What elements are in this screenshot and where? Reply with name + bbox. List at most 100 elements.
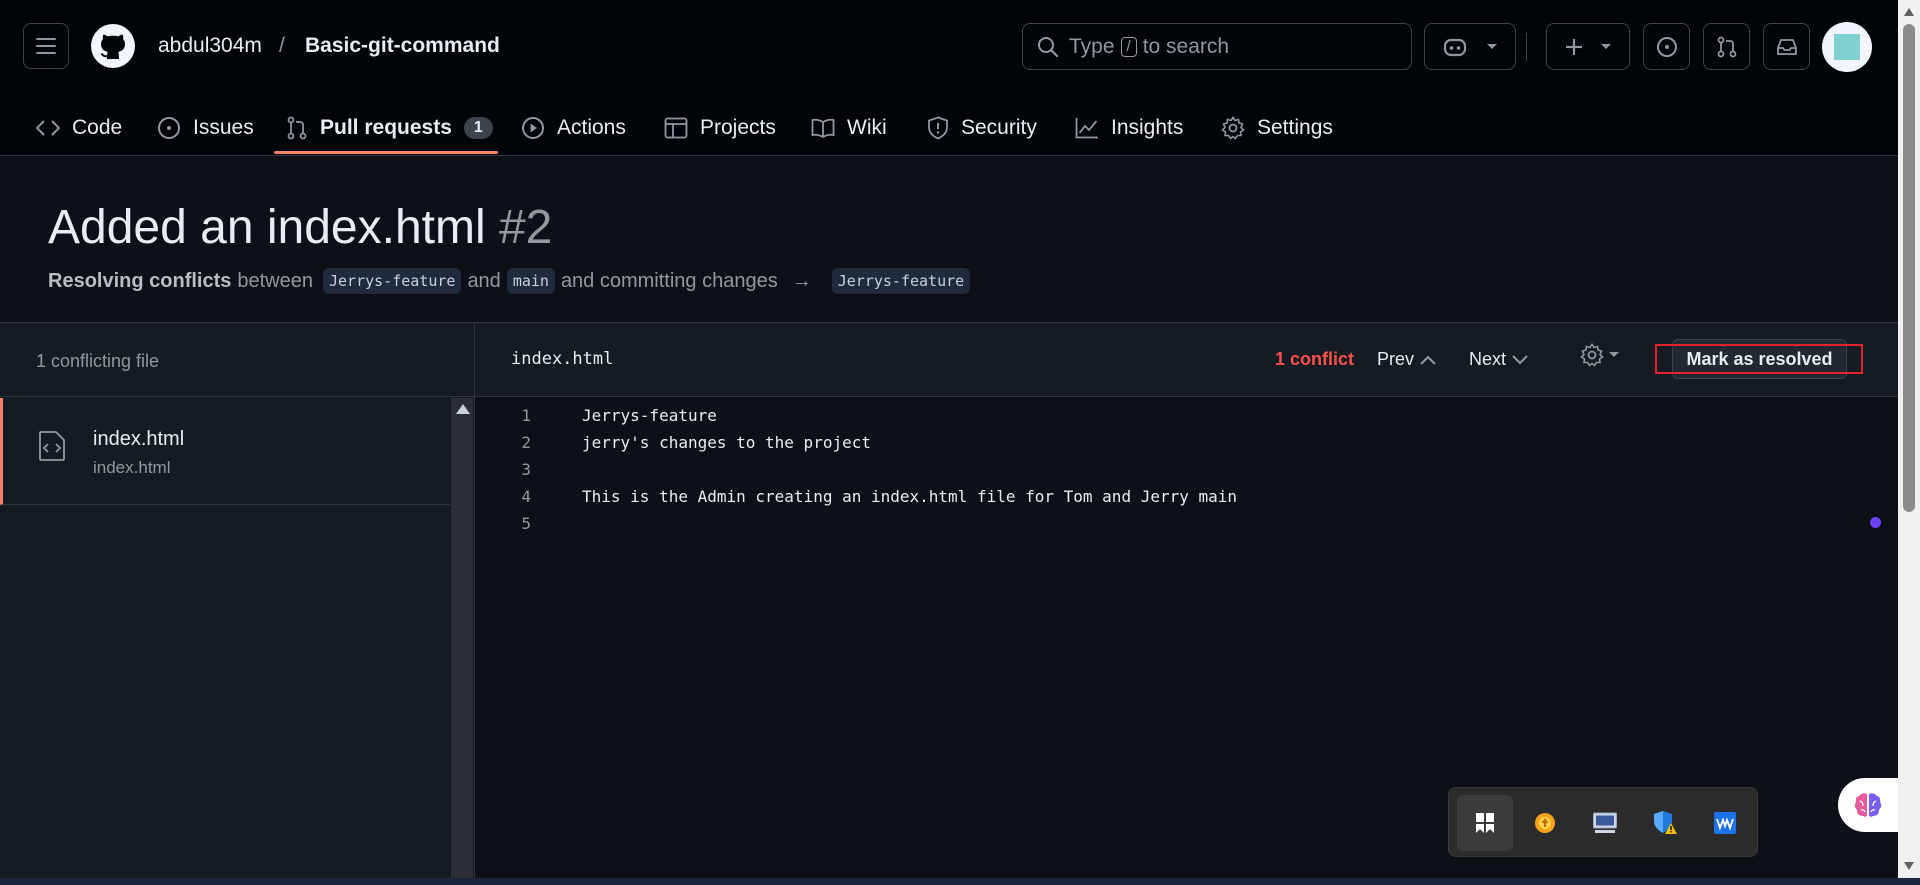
mark-as-resolved-label: Mark as resolved xyxy=(1686,348,1833,369)
file-list-item[interactable]: index.html index.html xyxy=(0,398,450,505)
shield-icon xyxy=(928,116,948,139)
target-branch-label: Jerrys-feature xyxy=(831,268,971,294)
head-branch-label: Jerrys-feature xyxy=(323,268,462,294)
menu-button[interactable] xyxy=(23,23,69,69)
taskbar-edge xyxy=(0,878,1920,885)
tray-app-3[interactable] xyxy=(1577,795,1633,851)
committing-text: and committing changes xyxy=(560,269,778,292)
tab-actions[interactable]: Actions xyxy=(521,100,626,155)
assistant-widget-button[interactable] xyxy=(1838,778,1898,832)
between-text: between xyxy=(237,269,313,292)
tray-app-5[interactable] xyxy=(1697,795,1753,851)
github-logo-icon[interactable] xyxy=(90,23,136,69)
page-title: Added an index.html #2 xyxy=(48,200,552,255)
system-tray-overflow xyxy=(1448,787,1758,857)
mark-as-resolved-button[interactable]: Mark as resolved xyxy=(1672,339,1847,379)
copilot-button[interactable] xyxy=(1424,23,1516,70)
pr-subtitle: Resolving conflicts between Jerrys-featu… xyxy=(48,268,976,294)
editor-file-name: index.html xyxy=(511,349,614,369)
editor-settings-button[interactable] xyxy=(1580,343,1620,367)
line-text: Jerrys-feature xyxy=(582,406,717,425)
line-number: 5 xyxy=(521,514,531,533)
search-prefix: Type xyxy=(1069,34,1115,58)
next-conflict-button[interactable]: Next xyxy=(1469,349,1528,370)
file-path: index.html xyxy=(93,458,171,477)
inbox-button[interactable] xyxy=(1763,23,1810,70)
table-icon xyxy=(664,117,688,138)
conflict-file-sidebar: 1 conflicting file index.html index.html xyxy=(0,322,475,878)
and-text: and xyxy=(467,269,501,292)
active-tab-indicator xyxy=(274,151,498,154)
code-icon xyxy=(36,119,60,136)
scroll-up-arrow-icon[interactable] xyxy=(456,404,470,414)
sidebar-scrollbar[interactable] xyxy=(451,398,473,878)
issues-button[interactable] xyxy=(1643,23,1690,70)
editor-toolbar: index.html 1 conflict Prev Next Mark as … xyxy=(475,322,1898,397)
repo-owner-link[interactable]: abdul304m xyxy=(158,34,262,58)
tab-settings[interactable]: Settings xyxy=(1221,100,1333,155)
sidebar-header: 1 conflicting file xyxy=(0,322,474,397)
base-branch-label: main xyxy=(506,268,555,294)
bookmark-app-icon xyxy=(1476,813,1494,833)
tab-label: Security xyxy=(961,115,1037,139)
page-scrollbar[interactable] xyxy=(1898,0,1920,878)
code-line: 2 jerry's changes to the project xyxy=(475,429,1875,456)
search-shortcut-key: / xyxy=(1120,36,1137,57)
pull-request-icon xyxy=(287,116,307,139)
tab-label: Insights xyxy=(1111,115,1184,139)
inbox-icon xyxy=(1776,38,1797,55)
issue-icon xyxy=(1656,36,1677,57)
play-icon xyxy=(522,116,544,139)
chevron-down-icon xyxy=(1487,43,1497,49)
header-top-row: abdul304m / Basic-git-command Type / to … xyxy=(0,0,1898,96)
conflict-count: 1 conflict xyxy=(1275,349,1355,369)
chevron-down-icon xyxy=(1609,352,1619,357)
scroll-down-arrow-icon[interactable] xyxy=(1904,862,1914,870)
create-new-button[interactable] xyxy=(1546,23,1630,70)
scroll-up-arrow-icon[interactable] xyxy=(1904,8,1914,16)
brain-icon xyxy=(1854,793,1882,817)
next-label: Next xyxy=(1469,349,1507,369)
code-line: 1 Jerrys-feature xyxy=(475,402,1875,429)
scrollbar-thumb[interactable] xyxy=(1903,24,1915,512)
conflicting-file-count: 1 conflicting file xyxy=(36,351,160,371)
line-text: jerry's changes to the project xyxy=(582,433,871,452)
tab-issues[interactable]: Issues xyxy=(157,100,254,155)
tab-pull-requests[interactable]: Pull requests 1 xyxy=(286,100,493,155)
avatar[interactable] xyxy=(1822,22,1872,72)
avatar-image xyxy=(1834,34,1860,60)
search-suffix: to search xyxy=(1142,34,1230,58)
gear-icon xyxy=(1580,343,1604,367)
copilot-icon xyxy=(1443,38,1467,56)
line-text: This is the Admin creating an index.html… xyxy=(582,487,1238,506)
tab-insights[interactable]: Insights xyxy=(1075,100,1183,155)
line-number: 1 xyxy=(521,406,531,425)
tray-app-1[interactable] xyxy=(1457,795,1513,851)
code-line: 3 xyxy=(475,456,1875,483)
pull-requests-button[interactable] xyxy=(1703,23,1750,70)
pr-number: #2 xyxy=(498,201,553,254)
tab-projects[interactable]: Projects xyxy=(664,100,776,155)
tab-label: Issues xyxy=(193,115,254,139)
breadcrumb-separator: / xyxy=(279,34,285,57)
tab-security[interactable]: Security xyxy=(927,100,1037,155)
code-line: 5 xyxy=(475,510,1875,537)
search-input[interactable]: Type / to search xyxy=(1022,23,1412,70)
tab-code[interactable]: Code xyxy=(36,100,122,155)
monitor-icon xyxy=(1593,812,1617,833)
pull-request-count-badge: 1 xyxy=(463,116,493,139)
pull-request-icon xyxy=(1717,36,1736,57)
tab-wiki[interactable]: Wiki xyxy=(811,100,887,155)
update-circle-icon xyxy=(1535,813,1555,833)
plus-icon xyxy=(1566,38,1582,55)
repo-name-link[interactable]: Basic-git-command xyxy=(305,34,500,58)
graph-icon xyxy=(1075,117,1098,138)
prev-conflict-button[interactable]: Prev xyxy=(1377,349,1436,370)
security-warning-icon xyxy=(1654,811,1677,834)
file-name: index.html xyxy=(93,428,185,450)
tab-label: Pull requests xyxy=(320,115,452,139)
tray-app-4[interactable] xyxy=(1637,795,1693,851)
global-header: abdul304m / Basic-git-command Type / to … xyxy=(0,0,1898,156)
tab-label: Projects xyxy=(700,115,776,139)
tray-app-2[interactable] xyxy=(1517,795,1573,851)
